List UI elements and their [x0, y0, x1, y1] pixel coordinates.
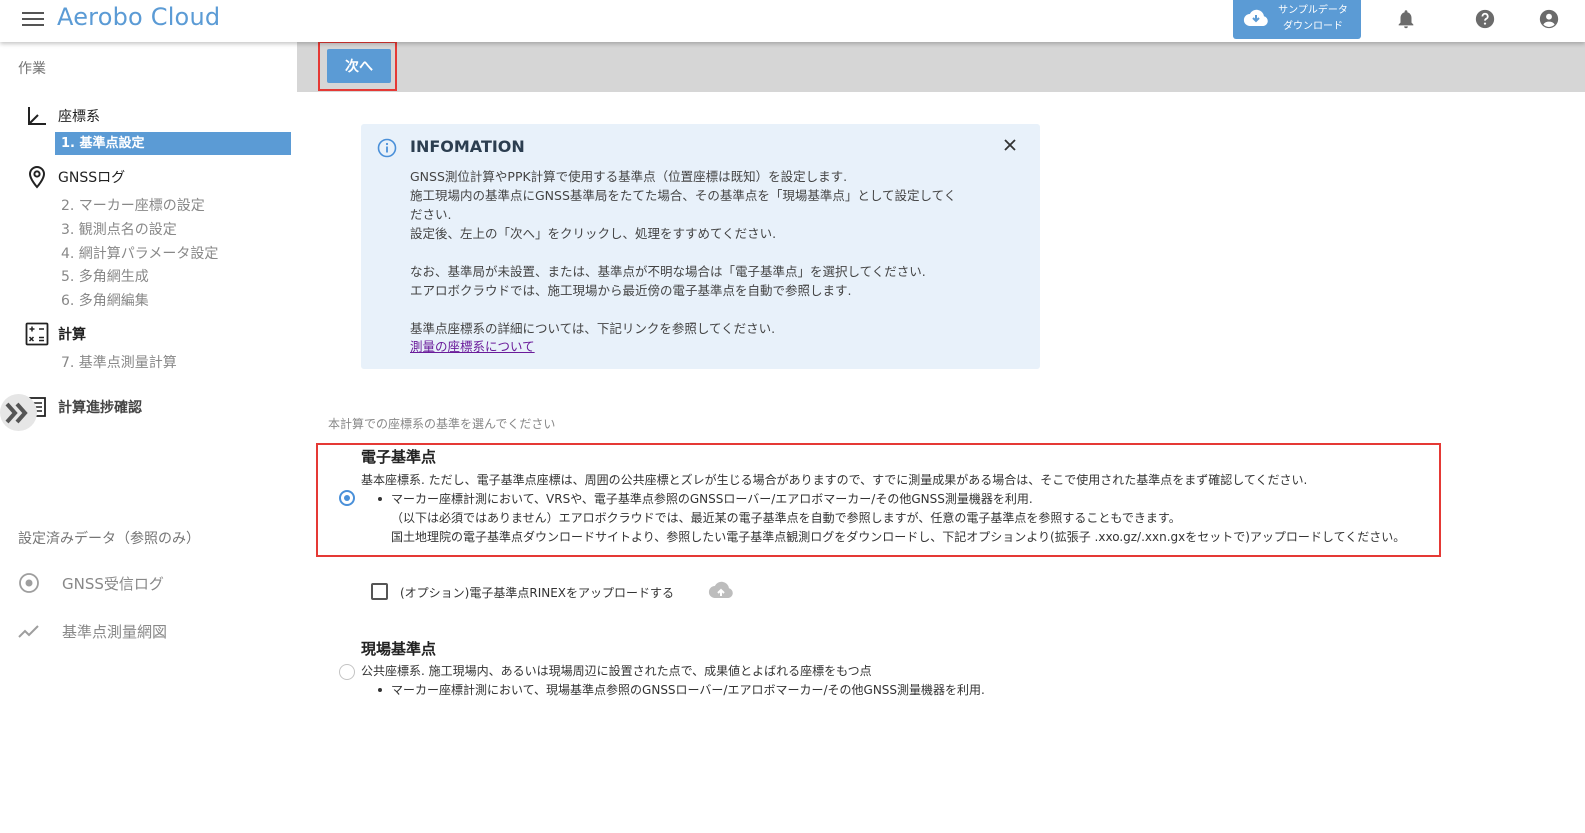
- sidebar-item-polygon-edit[interactable]: 6. 多角網編集: [61, 290, 149, 310]
- menu-icon[interactable]: [22, 9, 44, 29]
- toolbar: [297, 42, 1585, 92]
- sidebar-section-coordinate[interactable]: 座標系: [24, 104, 100, 128]
- option1-title: 電子基準点: [361, 448, 437, 466]
- sidebar-item-network-params[interactable]: 4. 網計算パラメータ設定: [61, 243, 218, 263]
- info-line: GNSS測位計算やPPK計算で使用する基準点（位置座標は既知）を設定します.: [410, 169, 848, 184]
- bell-icon[interactable]: [1395, 8, 1417, 30]
- sample-data-download-label: サンプルデータ ダウンロード: [1278, 5, 1348, 32]
- sidebar-section-gnss-label: GNSSログ: [58, 170, 126, 186]
- info-line: 設定後、左上の「次へ」をクリックし、処理をすすめてください.: [410, 226, 777, 241]
- close-icon[interactable]: [1003, 138, 1017, 152]
- sidebar-section-calc-label: 計算: [58, 327, 86, 343]
- double-chevron-right-icon: [5, 402, 28, 423]
- site-reference-radio[interactable]: [339, 664, 355, 680]
- sidebar-item-survey-calc[interactable]: 7. 基準点測量計算: [61, 352, 177, 372]
- axis-icon: [28, 107, 46, 125]
- info-title: INFOMATION: [410, 137, 525, 156]
- bullet-dot: [378, 688, 382, 692]
- cloud-upload-icon[interactable]: [708, 580, 734, 600]
- option2-description: 公共座標系. 施工現場内、あるいは現場周辺に設置された点で、成果値とよばれる座標…: [361, 664, 872, 678]
- sidebar-item-marker-coords[interactable]: 2. マーカー座標の設定: [61, 195, 205, 215]
- trend-line-icon: [18, 625, 39, 638]
- option1-note-2: 国土地理院の電子基準点ダウンロードサイトより、参照したい電子基準点観測ログをダウ…: [391, 530, 1406, 544]
- sidebar-section-calc[interactable]: 計算: [24, 322, 86, 346]
- account-icon[interactable]: [1538, 8, 1560, 30]
- sidebar-item-polygon-generate[interactable]: 5. 多角網生成: [61, 266, 149, 286]
- sidebar-ref-network-map[interactable]: 基準点測量網図: [18, 618, 167, 644]
- sidebar-section-progress-label: 計算進捗確認: [58, 400, 142, 416]
- sidebar: 作業 座標系 1. 基準点設定 GNSSログ 2. マーカー座標の設定 3. 観…: [0, 42, 297, 833]
- info-gap: [410, 243, 1010, 262]
- info-icon: [377, 138, 397, 158]
- sidebar-reference-heading: 設定済みデータ（参照のみ）: [18, 531, 200, 547]
- sidebar-section-progress[interactable]: 計算進捗確認: [24, 395, 142, 419]
- sidebar-item-reference-point[interactable]: 1. 基準点設定: [55, 132, 291, 155]
- option1-description: 基本座標系. ただし、電子基準点座標は、周囲の公共座標とズレが生じる場合がありま…: [361, 473, 1308, 487]
- info-line: エアロボクラウドでは、施工現場から最近傍の電子基準点を自動で参照します.: [410, 283, 852, 298]
- sidebar-ref-network-map-label: 基準点測量網図: [62, 622, 168, 641]
- coordinate-system-link[interactable]: 測量の座標系について: [410, 336, 535, 355]
- option2-bullet: マーカー座標計測において、現場基準点参照のGNSSローバー/エアロボマーカー/そ…: [391, 683, 985, 697]
- rinex-upload-label[interactable]: (オプション)電子基準点RINEXをアップロードする: [400, 584, 674, 601]
- sidebar-ref-gnss-log[interactable]: GNSS受信ログ: [18, 570, 164, 596]
- electronic-reference-radio[interactable]: [339, 490, 355, 506]
- sidebar-section-gnss[interactable]: GNSSログ: [24, 165, 125, 189]
- info-line: なお、基準局が未設置、または、基準点が不明な場合は「電子基準点」を選択してくださ…: [410, 264, 926, 279]
- sidebar-work-heading: 作業: [18, 61, 46, 77]
- bullet-dot: [378, 497, 382, 501]
- calculator-icon: [25, 322, 49, 346]
- app-title: Aerobo Cloud: [57, 3, 221, 31]
- cloud-download-icon: [1243, 9, 1268, 27]
- info-body: GNSS測位計算やPPK計算で使用する基準点（位置座標は既知）を設定します. 施…: [410, 167, 1010, 338]
- sidebar-collapse-button[interactable]: [0, 394, 37, 431]
- app-bar: Aerobo Cloud サンプルデータ ダウンロード: [0, 0, 1585, 42]
- sidebar-ref-gnss-log-label: GNSS受信ログ: [62, 574, 164, 593]
- rinex-upload-checkbox[interactable]: [371, 583, 388, 600]
- info-line: 施工現場内の基準点にGNSS基準局をたてた場合、その基準点を「現場基準点」として…: [410, 188, 957, 203]
- selection-label: 本計算での座標系の基準を選んでください: [328, 417, 556, 431]
- location-pin-icon: [28, 165, 46, 189]
- option1-bullet: マーカー座標計測において、VRSや、電子基準点参照のGNSSローバー/エアロボマ…: [391, 492, 1033, 506]
- option1-note-1: （以下は必須ではありません）エアロボクラウドでは、最近某の電子基準点を自動で参照…: [391, 511, 1181, 525]
- next-button[interactable]: 次へ: [327, 49, 391, 83]
- info-gap: [410, 300, 1010, 319]
- option2-title: 現場基準点: [361, 640, 437, 658]
- sidebar-item-observation-names[interactable]: 3. 観測点名の設定: [61, 219, 177, 239]
- info-line: ださい.: [410, 207, 452, 222]
- info-panel: INFOMATION GNSS測位計算やPPK計算で使用する基準点（位置座標は既…: [361, 124, 1040, 369]
- help-icon[interactable]: [1474, 8, 1496, 30]
- sidebar-section-coordinate-label: 座標系: [58, 109, 100, 125]
- radio-target-icon: [19, 573, 39, 593]
- sample-data-download-button[interactable]: サンプルデータ ダウンロード: [1233, 0, 1361, 39]
